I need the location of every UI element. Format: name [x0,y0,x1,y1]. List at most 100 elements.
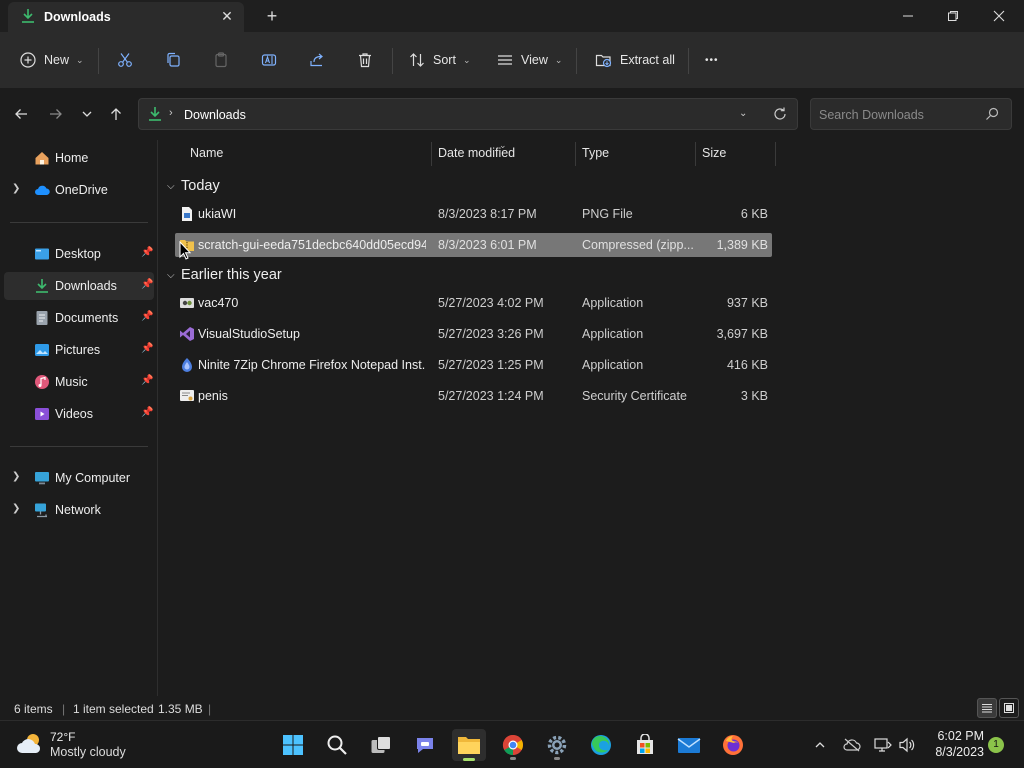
close-window-button[interactable] [976,0,1022,32]
file-name: vac470 [198,296,239,310]
breadcrumb[interactable]: Downloads [184,108,246,122]
copy-button[interactable] [165,46,181,74]
status-separator: | [62,702,66,716]
trash-icon [359,53,371,68]
search-input[interactable] [819,106,979,124]
close-tab-button[interactable]: ✕ [218,7,236,25]
table-row[interactable]: Ninite 7Zip Chrome Firefox Notepad Inst.… [175,353,772,377]
chat-button[interactable] [408,729,442,761]
tiles-view-button[interactable] [999,698,1019,718]
item-count: 6 items [14,702,53,716]
table-row[interactable]: ukiaWI 8/3/2023 8:17 PM PNG File 6 KB [175,202,772,226]
group-label: Today [181,178,220,194]
firefox-taskbar-button[interactable] [716,729,750,761]
group-header-earlier-this-year[interactable]: ⌵ Earlier this year [167,264,282,286]
mail-taskbar-button[interactable] [672,729,706,761]
table-row[interactable]: scratch-gui-eeda751decbc640dd05ecd94... … [175,233,772,257]
edge-taskbar-button[interactable] [584,729,618,761]
column-divider[interactable] [575,142,576,166]
refresh-icon[interactable] [772,106,788,122]
task-view-icon [371,736,391,753]
table-row[interactable]: penis 5/27/2023 1:24 PM Security Certifi… [175,384,772,408]
forward-button[interactable] [46,104,66,124]
group-header-today[interactable]: ⌵ Today [167,175,220,197]
more-options-button[interactable]: ••• [705,46,719,74]
chevron-right-icon[interactable]: ❯ [12,471,20,482]
chevron-right-icon[interactable]: ❯ [12,503,20,514]
address-bar[interactable]: › Downloads ⌄ [138,98,798,130]
settings-taskbar-button[interactable] [540,729,574,761]
table-row[interactable]: VisualStudioSetup 5/27/2023 3:26 PM Appl… [175,322,772,346]
share-button[interactable] [309,46,325,74]
back-button[interactable] [11,104,31,124]
sidebar-item-label: My Computer [55,471,131,485]
tab-downloads[interactable]: Downloads ✕ [8,2,244,32]
details-view-button[interactable] [977,698,997,718]
column-divider[interactable] [431,142,432,166]
column-divider[interactable] [695,142,696,166]
notification-badge[interactable]: 1 [988,737,1004,753]
show-hidden-icons-button[interactable] [810,735,830,755]
file-list: ⌄ Name Date modified Type Size ⌵ Today u… [159,140,1024,696]
clock-time: 6:02 PM [937,729,984,743]
search-box[interactable] [810,98,1012,130]
column-divider[interactable] [775,142,776,166]
sidebar-item-home[interactable]: Home [4,144,154,172]
sidebar-item-documents[interactable]: Documents 📌 [4,304,154,332]
file-name: scratch-gui-eeda751decbc640dd05ecd94... [198,238,426,252]
sidebar-item-my-computer[interactable]: ❯ My Computer [4,464,154,492]
sidebar-item-onedrive[interactable]: ❯ OneDrive [4,176,154,204]
sidebar-item-music[interactable]: Music 📌 [4,368,154,396]
new-button[interactable]: New ⌄ [20,46,84,74]
network-tray-button[interactable] [873,735,893,755]
video-icon [35,408,49,420]
sidebar-item-videos[interactable]: Videos 📌 [4,400,154,428]
file-date: 5/27/2023 1:25 PM [438,358,544,372]
maximize-button[interactable] [930,0,976,32]
download-icon [36,279,48,293]
new-tab-button[interactable]: + [262,6,282,26]
weather-widget[interactable]: 72°F Mostly cloudy [16,727,176,763]
view-button[interactable]: View ⌄ [497,46,562,74]
file-size: 3 KB [740,389,768,403]
column-header-name[interactable]: Name [190,146,223,170]
onedrive-tray-button[interactable] [842,735,862,755]
address-history-button[interactable]: ⌄ [739,108,747,119]
firefox-icon [723,735,743,755]
table-row[interactable]: vac470 5/27/2023 4:02 PM Application 937… [175,291,772,315]
minimize-button[interactable] [885,0,931,32]
close-icon [993,10,1005,22]
up-button[interactable] [106,104,126,124]
pin-icon: 📌 [141,407,154,418]
sidebar-item-network[interactable]: ❯ Network [4,496,154,524]
cut-button[interactable] [117,46,133,74]
task-view-button[interactable] [364,729,398,761]
paste-button[interactable] [213,46,229,74]
file-explorer-taskbar-button[interactable] [452,729,486,761]
column-header-size[interactable]: Size [702,146,726,170]
sidebar-item-label: OneDrive [55,183,108,197]
column-header-date[interactable]: Date modified [438,146,515,170]
taskbar: 72°F Mostly cloudy 6:02 PM 8/3/2023 1 [0,720,1024,768]
search-icon[interactable] [985,107,999,121]
sidebar-item-pictures[interactable]: Pictures 📌 [4,336,154,364]
volume-tray-button[interactable] [897,735,917,755]
extract-all-button[interactable]: Extract all [595,46,675,74]
rename-button[interactable] [261,46,277,74]
network-icon [35,503,47,518]
start-button[interactable] [276,729,310,761]
sidebar-item-downloads[interactable]: Downloads 📌 [4,272,154,300]
document-icon [36,311,48,325]
search-taskbar-button[interactable] [320,729,354,761]
recent-locations-button[interactable] [77,104,97,124]
column-header-type[interactable]: Type [582,146,609,170]
sort-button[interactable]: Sort ⌄ [409,46,470,74]
sidebar-item-desktop[interactable]: Desktop 📌 [4,240,154,268]
store-taskbar-button[interactable] [628,729,662,761]
chrome-taskbar-button[interactable] [496,729,530,761]
clock[interactable]: 6:02 PM 8/3/2023 [924,728,984,760]
chevron-right-icon[interactable]: ❯ [12,183,20,194]
delete-button[interactable] [357,46,373,74]
chevron-down-icon [82,111,92,117]
chevron-up-icon [815,742,825,748]
